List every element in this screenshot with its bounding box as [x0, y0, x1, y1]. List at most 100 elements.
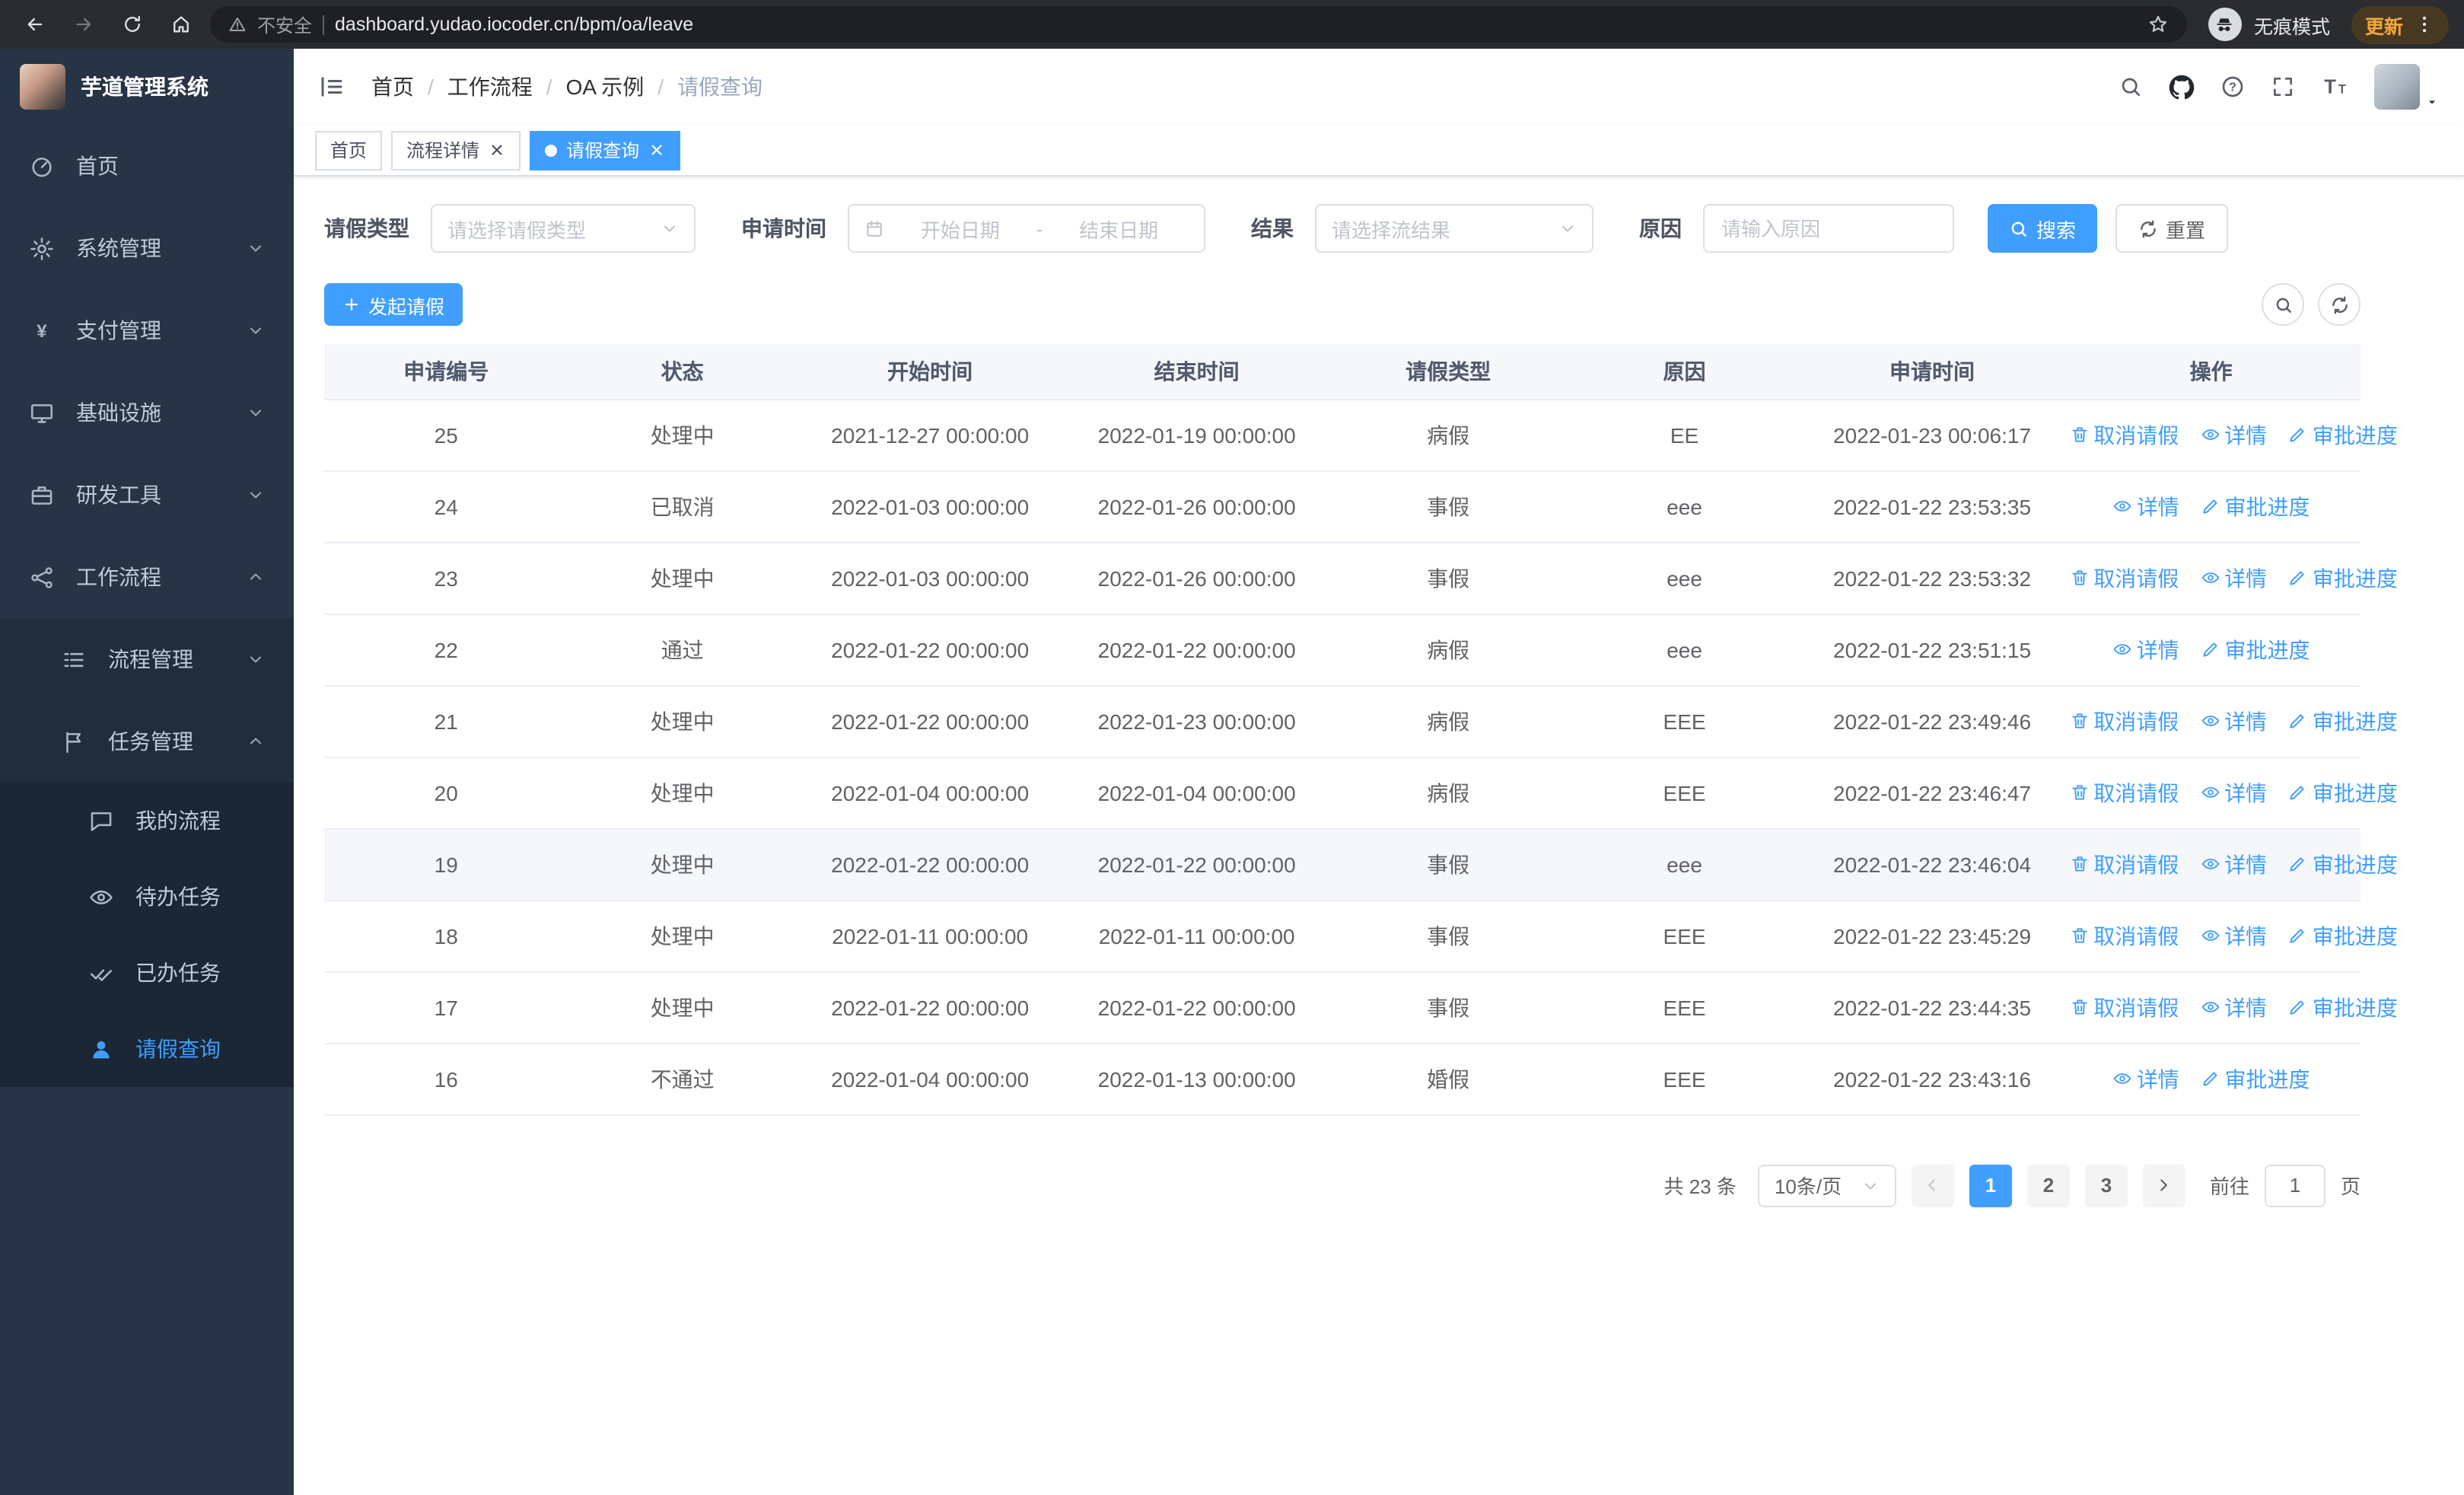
cancel-leave-label: 取消请假 [2093, 852, 2179, 876]
approval-progress-link[interactable]: 审批进度 [2201, 491, 2310, 521]
eye-icon [2200, 926, 2220, 945]
sidebar-item-infrastructure[interactable]: 基础设施 [0, 371, 294, 454]
apply-time-range-picker[interactable]: 开始日期 - 结束日期 [848, 204, 1205, 253]
chevron-left-icon [1923, 1175, 1943, 1195]
approval-progress-link[interactable]: 审批进度 [2288, 563, 2398, 593]
bookmark-star-icon[interactable] [2147, 14, 2169, 35]
help-icon[interactable] [2220, 75, 2245, 99]
sidebar-item-payment[interactable]: 支付管理 [0, 289, 294, 371]
header-search-icon[interactable] [2119, 75, 2143, 99]
address-bar[interactable]: 不安全 dashboard.yudao.iocoder.cn/bpm/oa/le… [210, 6, 2187, 43]
breadcrumb-item[interactable]: 首页 [371, 72, 414, 102]
approval-progress-link[interactable]: 审批进度 [2288, 992, 2398, 1022]
detail-link[interactable]: 详情 [2200, 706, 2267, 736]
close-icon[interactable] [489, 142, 505, 158]
leave-table: 申请编号 状态 开始时间 结束时间 请假类型 原因 申请时间 操作 25 处理中… [324, 344, 2398, 1115]
browser-home-button[interactable] [161, 5, 201, 44]
fullscreen-icon[interactable] [2271, 75, 2295, 99]
font-size-icon[interactable] [2321, 73, 2348, 100]
cancel-leave-link[interactable]: 取消请假 [2069, 706, 2179, 736]
detail-link[interactable]: 详情 [2112, 634, 2179, 665]
cell-end-time: 2022-01-04 00:00:00 [1063, 757, 1330, 829]
chevron-down-icon [1558, 219, 1577, 237]
sidebar-item-system[interactable]: 系统管理 [0, 207, 294, 289]
create-leave-button[interactable]: 发起请假 [324, 283, 463, 326]
app-logo[interactable]: 芋道管理系统 [0, 49, 294, 125]
reason-input[interactable] [1703, 204, 1954, 253]
approval-progress-link[interactable]: 审批进度 [2288, 419, 2398, 450]
breadcrumb-item[interactable]: OA 示例 [566, 72, 645, 102]
search-button-label: 搜索 [2036, 218, 2077, 241]
sidebar-item-process-management[interactable]: 流程管理 [0, 618, 294, 700]
leave-type-select[interactable]: 请选择请假类型 [431, 204, 696, 253]
detail-link[interactable]: 详情 [2200, 419, 2267, 450]
goto-page-input[interactable] [2264, 1164, 2326, 1207]
cancel-leave-link[interactable]: 取消请假 [2069, 992, 2179, 1022]
browser-forward-button[interactable] [64, 5, 103, 44]
cell-status: 不通过 [568, 1043, 797, 1115]
user-avatar[interactable] [2374, 64, 2440, 110]
table-row: 17 处理中 2022-01-22 00:00:00 2022-01-22 00… [324, 971, 2398, 1044]
browser-back-button[interactable] [15, 5, 55, 44]
approval-progress-link[interactable]: 审批进度 [2288, 920, 2398, 951]
refresh-table-button[interactable] [2318, 283, 2361, 326]
cancel-leave-link[interactable]: 取消请假 [2069, 777, 2179, 808]
detail-link[interactable]: 详情 [2200, 920, 2267, 951]
sidebar-fold-button[interactable] [318, 73, 345, 100]
toggle-search-button[interactable] [2262, 283, 2304, 326]
sidebar-item-todo-tasks[interactable]: 待办任务 [0, 859, 294, 935]
cancel-leave-link[interactable]: 取消请假 [2069, 563, 2179, 593]
detail-link[interactable]: 详情 [2200, 777, 2267, 808]
approval-progress-link[interactable]: 审批进度 [2288, 777, 2398, 808]
cell-actions: 取消请假 详情 审批进度 [2061, 399, 2398, 471]
page-size-select[interactable]: 10条/页 [1757, 1164, 1896, 1207]
cell-status: 通过 [568, 614, 797, 686]
sidebar-item-done-tasks[interactable]: 已办任务 [0, 935, 294, 1011]
approval-progress-link[interactable]: 审批进度 [2201, 634, 2310, 665]
tab-process-detail[interactable]: 流程详情 [391, 130, 521, 170]
cell-start-time: 2022-01-22 00:00:00 [796, 614, 1064, 686]
sidebar-item-devtools[interactable]: 研发工具 [0, 454, 294, 536]
approval-progress-link[interactable]: 审批进度 [2288, 706, 2398, 736]
cell-leave-type: 病假 [1329, 685, 1567, 757]
cancel-leave-link[interactable]: 取消请假 [2069, 920, 2179, 951]
tab-label: 请假查询 [566, 140, 640, 161]
result-select[interactable]: 请选择流结果 [1315, 204, 1593, 253]
approval-progress-link[interactable]: 审批进度 [2288, 849, 2398, 879]
browser-update-button[interactable]: 更新 [2351, 5, 2449, 43]
breadcrumb-item[interactable]: 工作流程 [447, 72, 533, 102]
sidebar-item-workflow[interactable]: 工作流程 [0, 536, 294, 618]
avatar-image [2374, 64, 2420, 110]
table-row: 24 已取消 2022-01-03 00:00:00 2022-01-26 00… [324, 470, 2361, 543]
security-label: 不安全 [257, 14, 313, 36]
browser-menu-icon[interactable] [2414, 14, 2435, 35]
cancel-leave-link[interactable]: 取消请假 [2069, 849, 2179, 879]
cell-reason: eee [1566, 470, 1803, 543]
cell-apply-id: 24 [324, 470, 568, 543]
page-button[interactable]: 3 [2084, 1164, 2128, 1207]
detail-link[interactable]: 详情 [2200, 563, 2267, 593]
cancel-leave-label: 取消请假 [2093, 709, 2179, 733]
close-icon[interactable] [648, 142, 665, 158]
next-page-button[interactable] [2142, 1164, 2185, 1207]
reset-button[interactable]: 重置 [2115, 204, 2229, 253]
eye-icon [2112, 1069, 2132, 1089]
search-button[interactable]: 搜索 [1988, 204, 2098, 253]
cancel-leave-link[interactable]: 取消请假 [2069, 419, 2179, 450]
detail-link[interactable]: 详情 [2112, 491, 2179, 521]
github-icon[interactable] [2169, 74, 2195, 100]
detail-link[interactable]: 详情 [2200, 992, 2267, 1022]
browser-reload-button[interactable] [113, 5, 152, 44]
approval-progress-link[interactable]: 审批进度 [2201, 1063, 2310, 1094]
sidebar-item-my-process[interactable]: 我的流程 [0, 783, 294, 859]
page-button[interactable]: 1 [1969, 1164, 2012, 1207]
tab-home[interactable]: 首页 [315, 130, 383, 170]
sidebar-item-home[interactable]: 首页 [0, 125, 294, 207]
detail-link[interactable]: 详情 [2200, 849, 2267, 879]
prev-page-button[interactable] [1911, 1164, 1954, 1207]
detail-link[interactable]: 详情 [2112, 1063, 2179, 1094]
page-button[interactable]: 2 [2026, 1164, 2070, 1207]
sidebar-item-task-management[interactable]: 任务管理 [0, 700, 294, 783]
sidebar-item-leave-query[interactable]: 请假查询 [0, 1011, 294, 1087]
tab-leave-query[interactable]: 请假查询 [530, 130, 681, 170]
